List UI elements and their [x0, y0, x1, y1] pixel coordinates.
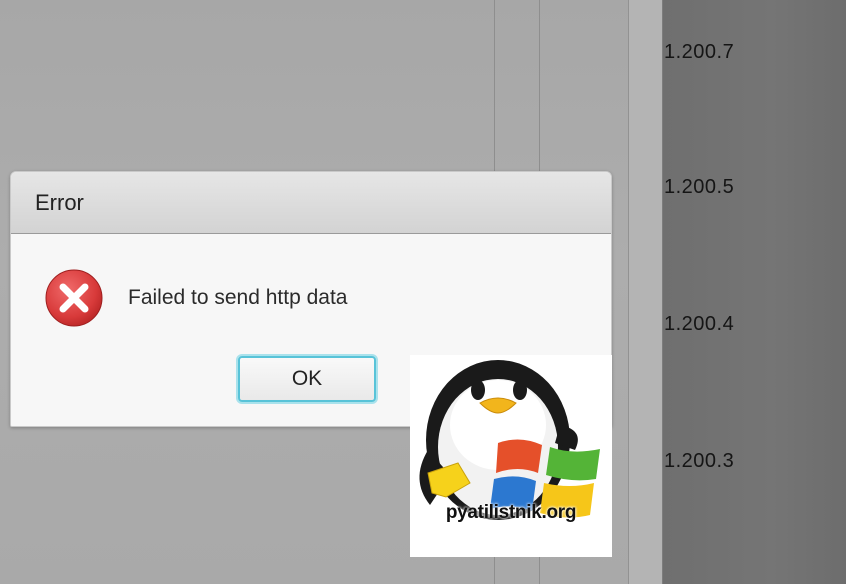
dialog-titlebar[interactable]: Error	[11, 172, 611, 234]
error-message: Failed to send http data	[128, 286, 348, 309]
version-column	[663, 0, 846, 584]
error-icon	[44, 268, 104, 328]
version-label: 1.200.5	[664, 176, 735, 198]
version-label: 1.200.7	[664, 41, 735, 63]
dialog-title: Error	[35, 190, 84, 215]
version-label: 1.200.3	[664, 450, 735, 472]
watermark-logo: pyatilistnik.org	[410, 355, 612, 557]
watermark-text: pyatilistnik.org	[445, 502, 577, 523]
ok-button[interactable]: OK	[238, 356, 376, 402]
penguin-windows-icon	[419, 360, 600, 520]
background-column-strip	[629, 0, 663, 584]
version-label: 1.200.4	[664, 313, 735, 335]
